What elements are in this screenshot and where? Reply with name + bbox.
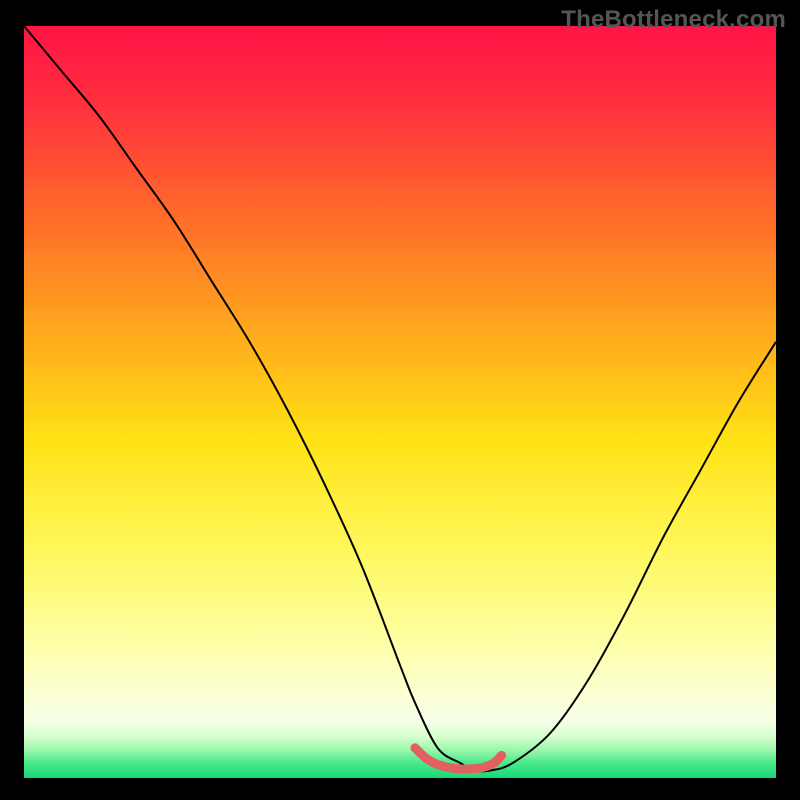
plot-area <box>24 26 776 778</box>
watermark-text: TheBottleneck.com <box>561 6 786 34</box>
chart-container: TheBottleneck.com <box>0 0 800 800</box>
optimal-range-endpoint <box>411 743 420 752</box>
chart-svg <box>24 26 776 778</box>
optimal-range-endpoint <box>497 751 506 760</box>
